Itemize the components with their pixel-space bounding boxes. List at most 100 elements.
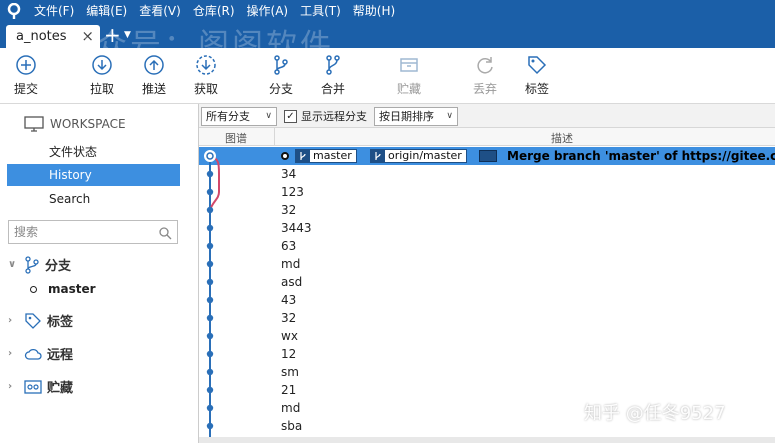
- stash-button[interactable]: 贮藏: [387, 54, 431, 97]
- sidebar-item-history[interactable]: History: [7, 164, 180, 186]
- branch-button[interactable]: 分支: [259, 54, 303, 97]
- commit-row[interactable]: 12: [199, 345, 775, 363]
- local-branch-tag[interactable]: master: [295, 149, 357, 163]
- new-tab-button[interactable]: +: [104, 24, 121, 46]
- commit-message: 32: [281, 311, 297, 325]
- commit-row[interactable]: 123: [199, 183, 775, 201]
- merge-icon: [326, 55, 340, 75]
- commit-row[interactable]: 32: [199, 201, 775, 219]
- sidebar: WORKSPACE 文件状态 History Search 搜索 ∨ 分支 ma…: [0, 104, 199, 443]
- workspace-header: WORKSPACE: [24, 116, 126, 132]
- cloud-icon: [24, 348, 42, 360]
- branch-filter-dropdown[interactable]: 所有分支 ∨: [201, 107, 277, 126]
- merge-button[interactable]: 合并: [311, 54, 355, 97]
- close-icon[interactable]: ×: [81, 27, 94, 45]
- commit-row[interactable]: sm: [199, 363, 775, 381]
- monitor-icon: [24, 116, 44, 132]
- fetch-icon: [196, 55, 216, 75]
- commit-message: 63: [281, 239, 297, 253]
- tab-bar: a_notes × + ▼: [0, 22, 775, 48]
- stash-icon: [24, 379, 42, 394]
- chevron-down-icon[interactable]: ▼: [124, 30, 131, 40]
- show-remote-branches-toggle[interactable]: ✓ 显示远程分支: [284, 108, 367, 124]
- plus-circle-icon: [16, 55, 36, 75]
- stash-icon: [400, 58, 418, 72]
- commit-message: md: [281, 257, 301, 271]
- arrow-down-circle-icon: [92, 55, 112, 75]
- commit-row-selected[interactable]: master origin/master Merge branch 'maste…: [199, 147, 775, 165]
- sidebar-branch-master[interactable]: master: [30, 282, 96, 296]
- sidebar-item-file-status[interactable]: 文件状态: [7, 141, 180, 163]
- commit-row[interactable]: asd: [199, 273, 775, 291]
- current-branch-icon: [30, 285, 37, 293]
- commit-row[interactable]: 34: [199, 165, 775, 183]
- search-icon: [159, 225, 172, 247]
- commit-row[interactable]: 32: [199, 309, 775, 327]
- chevron-right-icon: ›: [8, 381, 13, 392]
- commit-row[interactable]: 43: [199, 291, 775, 309]
- commit-message: wx: [281, 329, 298, 343]
- column-headers: 图谱 描述: [199, 128, 775, 146]
- watermark-bottom: 知乎 @任冬9527: [584, 403, 726, 424]
- discard-button[interactable]: 丢弃: [463, 54, 507, 97]
- commit-row[interactable]: wx: [199, 327, 775, 345]
- head-indicator-icon: [281, 152, 289, 160]
- history-panel: 所有分支 ∨ ✓ 显示远程分支 按日期排序 ∨ 图谱 描述 master ori…: [199, 104, 775, 443]
- discard-icon: [477, 57, 493, 74]
- commit-message: Merge branch 'master' of https://gitee.c…: [507, 149, 775, 163]
- commit-message: sba: [281, 419, 303, 433]
- commit-row[interactable]: 21: [199, 381, 775, 399]
- horizontal-scrollbar[interactable]: [199, 437, 775, 443]
- menu-file[interactable]: 文件(F): [28, 0, 80, 22]
- remote-branch-tag[interactable]: origin/master: [370, 149, 467, 163]
- pull-button[interactable]: 拉取: [80, 54, 124, 97]
- chevron-down-icon: ∨: [446, 111, 453, 121]
- commit-message: 21: [281, 383, 297, 397]
- commit-message: 43: [281, 293, 297, 307]
- tag-button[interactable]: 标签: [515, 54, 559, 97]
- commit-message: 12: [281, 347, 297, 361]
- commit-message: asd: [281, 275, 303, 289]
- branch-icon: [274, 55, 288, 75]
- tag-icon: [528, 56, 547, 75]
- commit-row[interactable]: md: [199, 255, 775, 273]
- tab-label: a_notes: [16, 29, 67, 44]
- commit-message: 32: [281, 203, 297, 217]
- sort-order-dropdown[interactable]: 按日期排序 ∨: [374, 107, 458, 126]
- column-divider[interactable]: [274, 128, 275, 146]
- menu-edit[interactable]: 编辑(E): [80, 0, 133, 22]
- commit-button[interactable]: 提交: [4, 54, 48, 97]
- menu-help[interactable]: 帮助(H): [347, 0, 401, 22]
- sidebar-stashes-header[interactable]: › 贮藏: [8, 377, 73, 396]
- branch-icon: [296, 150, 310, 162]
- push-button[interactable]: 推送: [132, 54, 176, 97]
- menu-actions[interactable]: 操作(A): [241, 0, 295, 22]
- chevron-down-icon: ∨: [265, 111, 272, 121]
- sidebar-item-search[interactable]: Search: [7, 188, 180, 210]
- chevron-down-icon: ∨: [8, 259, 17, 270]
- show-remote-checkbox[interactable]: ✓: [284, 109, 297, 123]
- commit-message: 3443: [281, 221, 312, 235]
- commit-message: sm: [281, 365, 299, 379]
- sidebar-tags-header[interactable]: › 标签: [8, 311, 73, 330]
- branch-icon: [371, 150, 385, 162]
- fetch-button[interactable]: 获取: [184, 54, 228, 97]
- sourcetree-logo-icon: [0, 0, 28, 22]
- menu-repository[interactable]: 仓库(R): [187, 0, 241, 22]
- commit-message: 123: [281, 185, 304, 199]
- filter-bar: 所有分支 ∨ ✓ 显示远程分支 按日期排序 ∨: [199, 104, 775, 128]
- tab-repo[interactable]: a_notes ×: [6, 25, 100, 48]
- tag-icon: [25, 312, 41, 329]
- sidebar-remotes-header[interactable]: › 远程: [8, 344, 73, 363]
- column-description-header[interactable]: 描述: [551, 130, 573, 146]
- menu-tools[interactable]: 工具(T): [294, 0, 347, 22]
- branch-icon: [25, 255, 39, 274]
- commit-message: md: [281, 401, 301, 415]
- menu-view[interactable]: 查看(V): [133, 0, 187, 22]
- commit-message: 34: [281, 167, 297, 181]
- sidebar-branches-header[interactable]: ∨ 分支: [8, 255, 71, 274]
- commit-row[interactable]: 63: [199, 237, 775, 255]
- commit-row[interactable]: 3443: [199, 219, 775, 237]
- sidebar-search-input[interactable]: 搜索: [8, 220, 178, 244]
- column-graph-header[interactable]: 图谱: [225, 130, 247, 146]
